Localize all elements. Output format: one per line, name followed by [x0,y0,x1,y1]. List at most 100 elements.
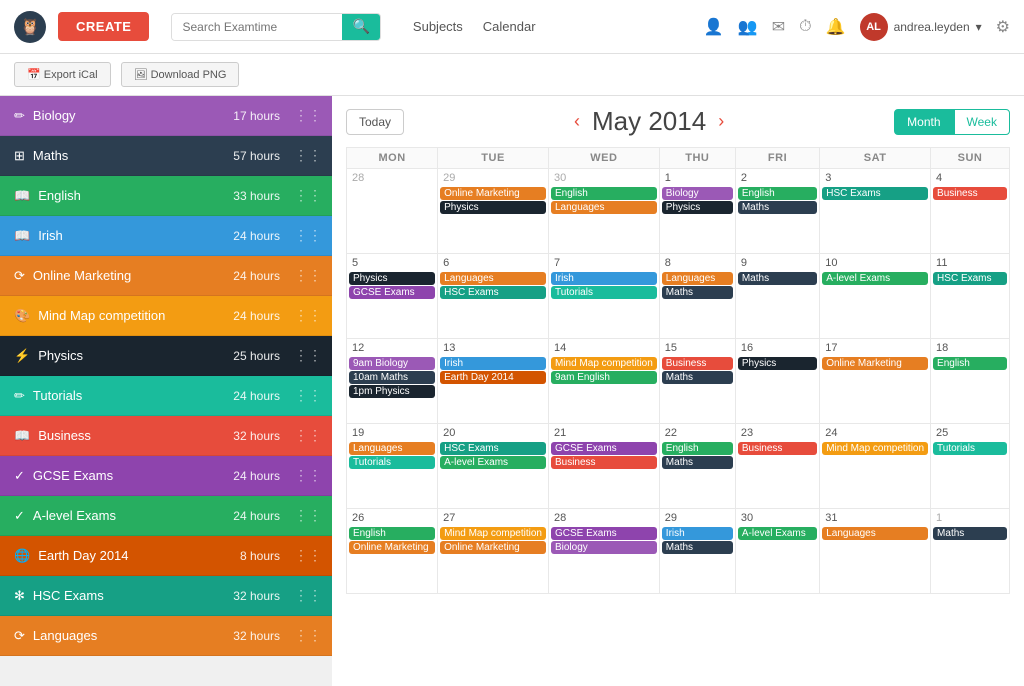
calendar-event[interactable]: English [349,527,435,540]
person-icon[interactable]: 👤 [704,17,724,37]
calendar-event[interactable]: English [662,442,733,455]
calendar-event[interactable]: Languages [662,272,733,285]
calendar-event[interactable]: Online Marketing [440,541,546,554]
calendar-event[interactable]: Languages [440,272,546,285]
calendar-event[interactable]: A-level Exams [738,527,817,540]
sidebar-item-business[interactable]: 📖 Business 32 hours ⋮⋮ [0,416,332,456]
drag-handle-icon: ⋮⋮ [294,627,322,644]
sidebar-item-hours: 24 hours [233,469,280,483]
calendar-event[interactable]: English [933,357,1007,370]
user-menu[interactable]: AL andrea.leyden ▾ [860,13,982,41]
sidebar-item-biology[interactable]: ✏ Biology 17 hours ⋮⋮ [0,96,332,136]
calendar-event[interactable]: GCSE Exams [551,442,657,455]
calendar-event[interactable]: Maths [738,272,817,285]
calendar-event[interactable]: Business [933,187,1007,200]
day-number: 17 [822,341,928,355]
search-input[interactable] [172,14,342,40]
calendar-event[interactable]: HSC Exams [822,187,928,200]
calendar-event[interactable]: HSC Exams [440,442,546,455]
calendar-event[interactable]: A-level Exams [440,456,546,469]
prev-month-button[interactable]: ‹ [574,111,580,132]
calendar-event[interactable]: 9am Biology [349,357,435,370]
calendar-event[interactable]: Languages [822,527,928,540]
month-view-button[interactable]: Month [894,109,953,135]
today-button[interactable]: Today [346,109,404,135]
calendar-event[interactable]: Business [551,456,657,469]
calendar-event[interactable]: English [551,187,657,200]
calendar-event[interactable]: GCSE Exams [551,527,657,540]
calendar-event[interactable]: Maths [933,527,1007,540]
calendar-event[interactable]: Irish [662,527,733,540]
export-ical-button[interactable]: 📅 Export iCal [14,62,111,87]
calendar-event[interactable]: 10am Maths [349,371,435,384]
calendar-event[interactable]: Online Marketing [822,357,928,370]
day-number: 4 [933,171,1007,185]
drag-handle-icon: ⋮⋮ [294,507,322,524]
sidebar-item-irish[interactable]: 📖 Irish 24 hours ⋮⋮ [0,216,332,256]
calendar-event[interactable]: 9am English [551,371,657,384]
calendar-event[interactable]: HSC Exams [933,272,1007,285]
week-view-button[interactable]: Week [954,109,1010,135]
sidebar-item-gcse[interactable]: ✓ GCSE Exams 24 hours ⋮⋮ [0,456,332,496]
calendar-event[interactable]: Maths [662,286,733,299]
calendar-event[interactable]: Physics [440,201,546,214]
next-month-button[interactable]: › [718,111,724,132]
calendar-event[interactable]: Business [662,357,733,370]
group-icon[interactable]: 👥 [738,17,758,37]
mail-icon[interactable]: ✉ [772,17,785,37]
calendar-event[interactable]: Mind Map competition [822,442,928,455]
download-png-button[interactable]: 🖼 Download PNG [121,62,240,87]
sidebar-item-left: 📖 Irish [14,228,63,244]
calendar-day-cell: 129am Biology10am Maths1pm Physics [347,339,438,424]
calendar-event[interactable]: Physics [738,357,817,370]
calendar-event[interactable]: Biology [662,187,733,200]
calendar-event[interactable]: Irish [440,357,546,370]
gear-icon[interactable]: ⚙ [996,17,1010,37]
subjects-link[interactable]: Subjects [413,19,463,34]
sidebar-item-alevel[interactable]: ✓ A-level Exams 24 hours ⋮⋮ [0,496,332,536]
sidebar-item-english[interactable]: 📖 English 33 hours ⋮⋮ [0,176,332,216]
search-button[interactable]: 🔍 [342,14,379,40]
calendar-event[interactable]: Mind Map competition [551,357,657,370]
calendar-event[interactable]: Languages [551,201,657,214]
calendar-event[interactable]: Mind Map competition [440,527,546,540]
calendar-event[interactable]: 1pm Physics [349,385,435,398]
calendar-event[interactable]: Maths [662,456,733,469]
calendar-event[interactable]: Online Marketing [440,187,546,200]
sidebar-item-label: Tutorials [33,388,82,403]
sidebar-item-earthday[interactable]: 🌐 Earth Day 2014 8 hours ⋮⋮ [0,536,332,576]
sidebar-item-physics[interactable]: ⚡ Physics 25 hours ⋮⋮ [0,336,332,376]
sidebar-item-maths[interactable]: ⊞ Maths 57 hours ⋮⋮ [0,136,332,176]
calendar-event[interactable]: Languages [349,442,435,455]
bell-icon[interactable]: 🔔 [826,17,846,37]
calendar-event[interactable]: Maths [662,371,733,384]
history-icon[interactable]: ⏱ [799,18,811,36]
calendar-event[interactable]: Earth Day 2014 [440,371,546,384]
calendar-event[interactable]: Physics [349,272,435,285]
calendar-event[interactable]: Online Marketing [349,541,435,554]
calendar-event[interactable]: Maths [738,201,817,214]
sidebar-item-mind-map[interactable]: 🎨 Mind Map competition 24 hours ⋮⋮ [0,296,332,336]
calendar-event[interactable]: GCSE Exams [349,286,435,299]
calendar-event[interactable]: Tutorials [933,442,1007,455]
calendar-event[interactable]: Biology [551,541,657,554]
sidebar-item-left: ✏ Tutorials [14,388,82,404]
sidebar-item-tutorials[interactable]: ✏ Tutorials 24 hours ⋮⋮ [0,376,332,416]
calendar-event[interactable]: Business [738,442,817,455]
calendar-link[interactable]: Calendar [483,19,536,34]
calendar-event[interactable]: HSC Exams [440,286,546,299]
create-button[interactable]: CREATE [58,12,149,41]
calendar-event[interactable]: Tutorials [551,286,657,299]
calendar-event[interactable]: Irish [551,272,657,285]
calendar-event[interactable]: Physics [662,201,733,214]
calendar-day-cell: 6 LanguagesHSC Exams [438,254,549,339]
sidebar-item-online-marketing[interactable]: ⟳ Online Marketing 24 hours ⋮⋮ [0,256,332,296]
calendar-event[interactable]: A-level Exams [822,272,928,285]
day-number: 6 [440,256,546,270]
calendar-event[interactable]: Tutorials [349,456,435,469]
sidebar-item-languages[interactable]: ⟳ Languages 32 hours ⋮⋮ [0,616,332,656]
sidebar-item-hsc[interactable]: ✻ HSC Exams 32 hours ⋮⋮ [0,576,332,616]
calendar-event[interactable]: English [738,187,817,200]
calendar-event[interactable]: Maths [662,541,733,554]
sidebar-item-label: Biology [33,108,76,123]
